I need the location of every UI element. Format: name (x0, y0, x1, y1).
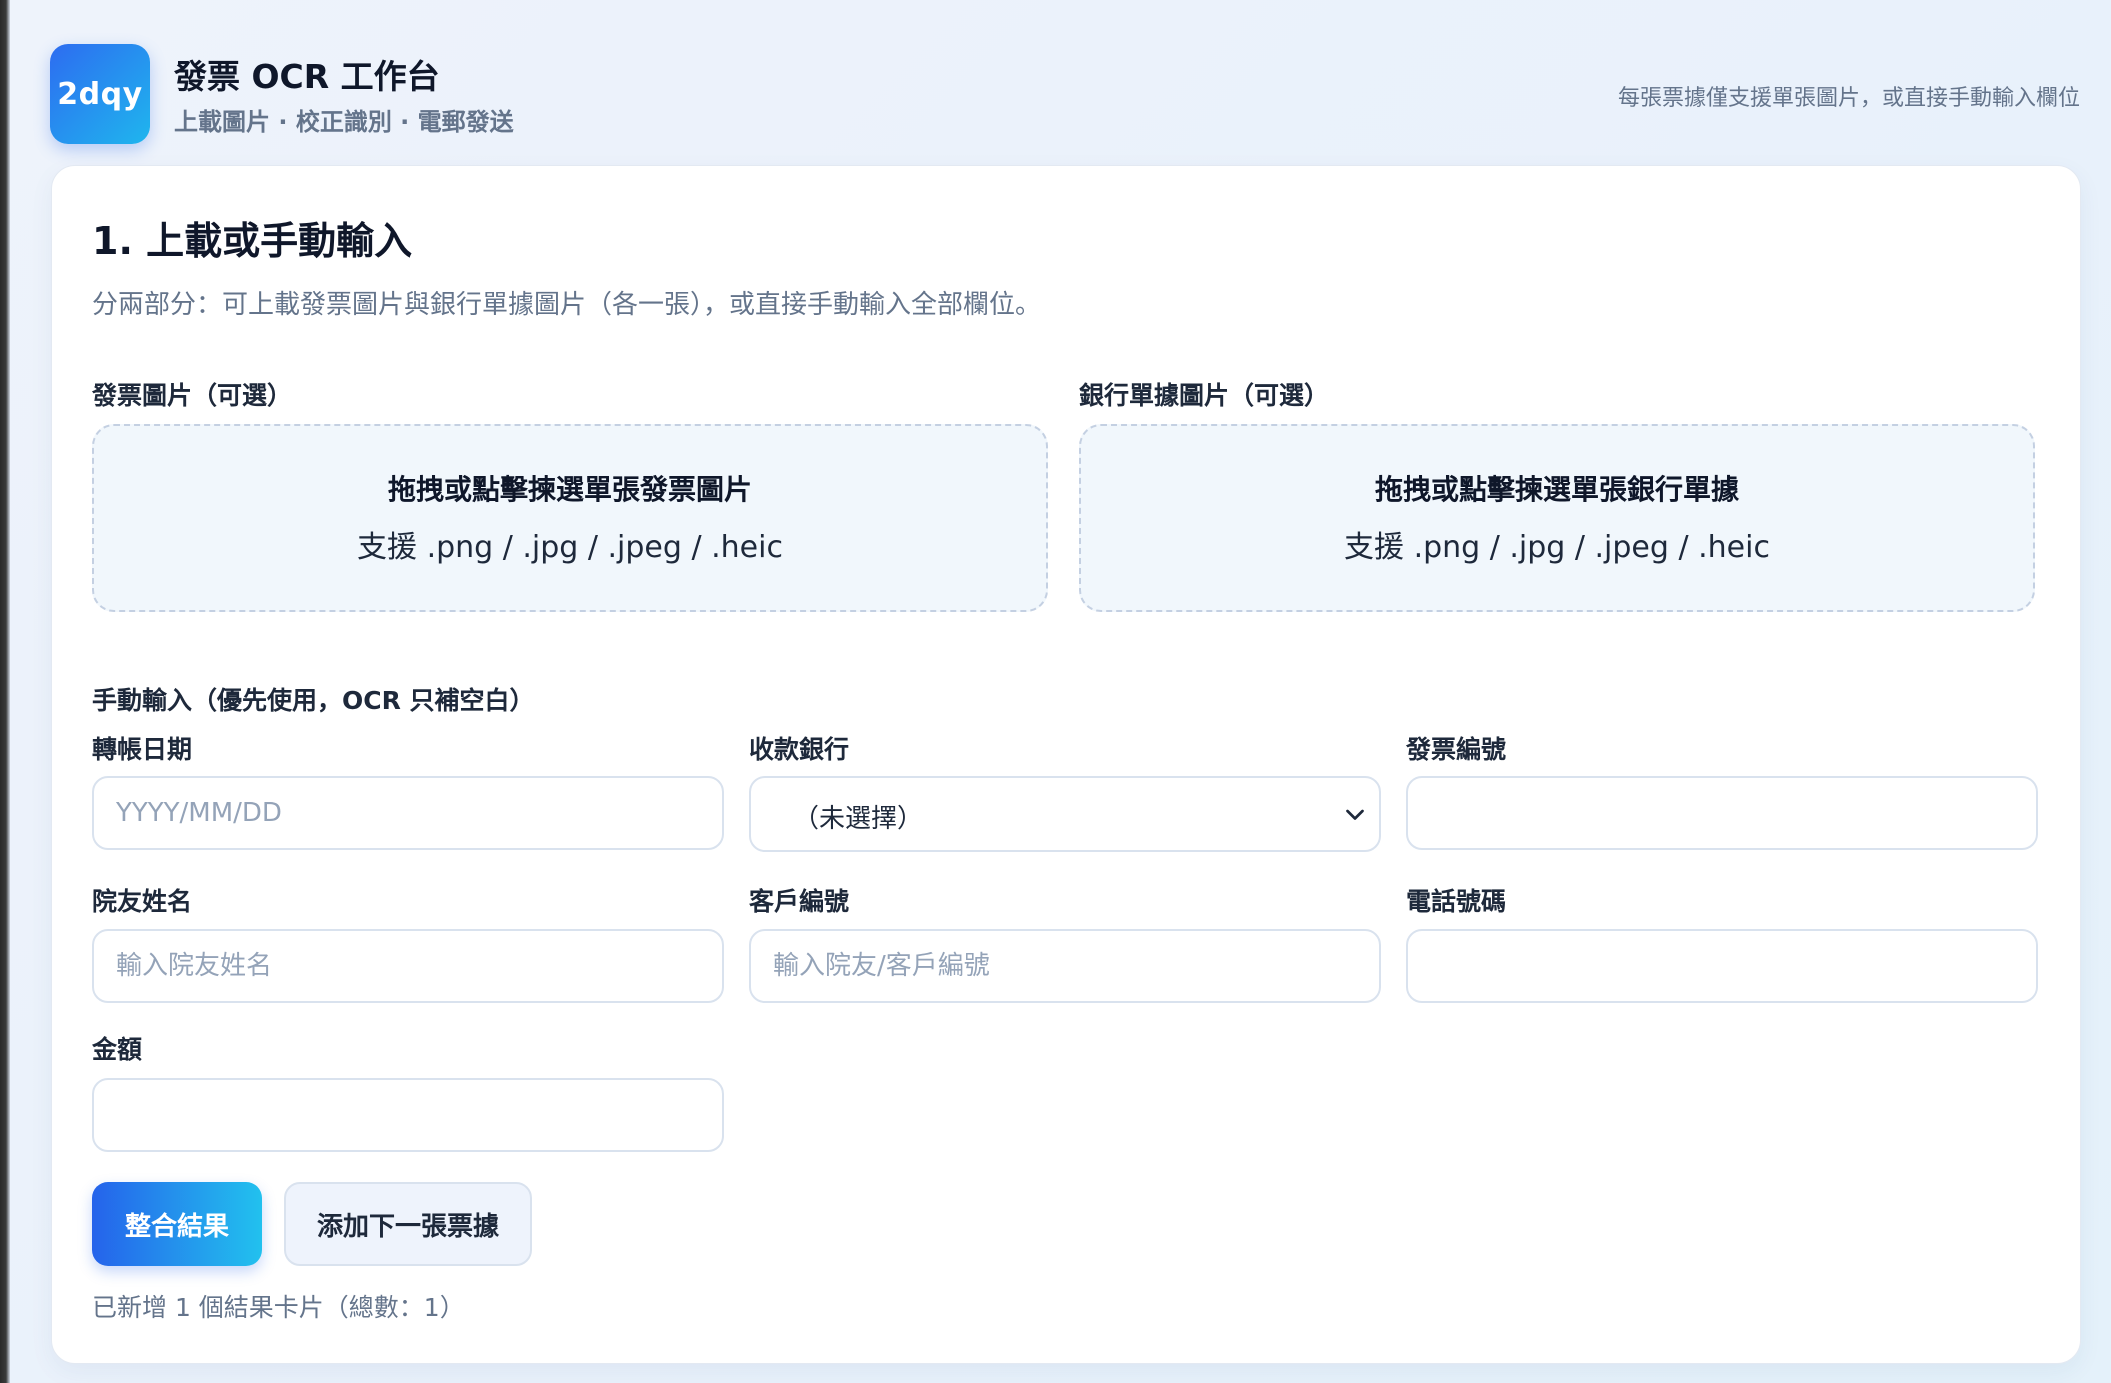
alumni-name-input[interactable] (92, 929, 724, 1003)
phone-number-input[interactable] (1406, 929, 2038, 1003)
bank-dropzone-title: 拖拽或點擊揀選單張銀行單據 (1374, 473, 1739, 506)
manual-input-heading: 手動輸入（優先使用，OCR 只補空白） (92, 686, 535, 715)
bank-upload-label: 銀行單據圖片（可選） (1079, 381, 1330, 410)
amount-label: 金額 (92, 1035, 143, 1064)
invoice-dropzone-title: 拖拽或點擊揀選單張發票圖片 (387, 473, 752, 506)
invoice-dropzone-formats: 支援 .png / .jpg / .jpeg / .heic (357, 530, 783, 565)
invoice-number-label: 發票編號 (1406, 735, 1507, 764)
status-message: 已新增 1 個結果卡片（總數：1） (92, 1293, 465, 1322)
bank-select[interactable]: （未選擇） (749, 776, 1381, 852)
section-description: 分兩部分：可上載發票圖片與銀行單據圖片（各一張），或直接手動輸入全部欄位。 (92, 290, 1042, 320)
invoice-dropzone[interactable]: 拖拽或點擊揀選單張發票圖片 支援 .png / .jpg / .jpeg / .… (92, 424, 1048, 612)
invoice-number-input[interactable] (1406, 776, 2038, 850)
app-subtitle: 上載圖片 · 校正識別 · 電郵發送 (174, 108, 514, 136)
window-edge (0, 0, 10, 1383)
chevron-down-icon (1346, 809, 1364, 820)
app-logo: 2dqy (50, 44, 150, 144)
bank-select-value: （未選擇） (793, 804, 924, 834)
bank-select-label: 收款銀行 (749, 735, 850, 764)
app-title: 發票 OCR 工作台 (174, 57, 440, 96)
bank-dropzone[interactable]: 拖拽或點擊揀選單張銀行單據 支援 .png / .jpg / .jpeg / .… (1079, 424, 2035, 612)
customer-number-input[interactable] (749, 929, 1381, 1003)
invoice-upload-label: 發票圖片（可選） (92, 381, 293, 410)
header-note: 每張票據僅支援單張圖片，或直接手動輸入欄位 (1617, 86, 2080, 111)
section-title: 1. 上載或手動輸入 (92, 219, 413, 263)
alumni-name-label: 院友姓名 (92, 887, 193, 916)
app-header: 2dqy 發票 OCR 工作台 上載圖片 · 校正識別 · 電郵發送 每張票據僅… (50, 44, 2080, 144)
upload-card: 1. 上載或手動輸入 分兩部分：可上載發票圖片與銀行單據圖片（各一張），或直接手… (51, 165, 2081, 1364)
merge-results-button[interactable]: 整合結果 (92, 1182, 262, 1266)
add-next-receipt-button[interactable]: 添加下一張票據 (284, 1182, 532, 1266)
transfer-date-label: 轉帳日期 (92, 735, 193, 764)
amount-input[interactable] (92, 1078, 724, 1152)
bank-dropzone-formats: 支援 .png / .jpg / .jpeg / .heic (1344, 530, 1770, 565)
transfer-date-input[interactable] (92, 776, 724, 850)
customer-number-label: 客戶編號 (749, 887, 850, 916)
phone-number-label: 電話號碼 (1406, 887, 1507, 916)
